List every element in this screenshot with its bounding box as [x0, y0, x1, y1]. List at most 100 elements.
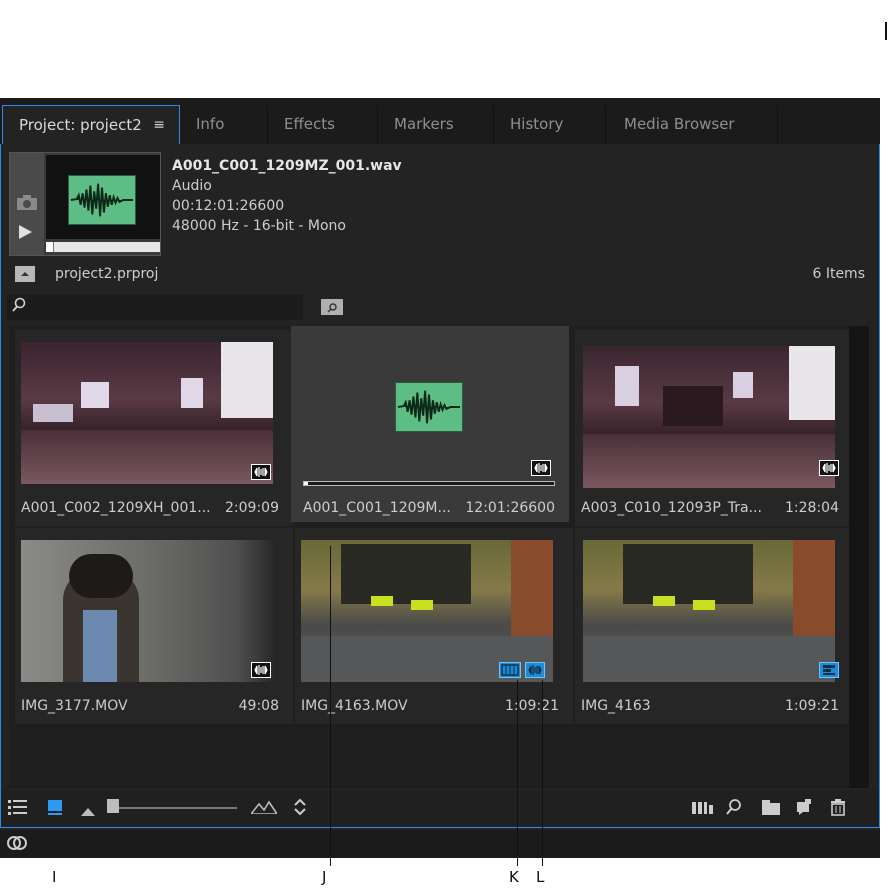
- media-tile[interactable]: A003_C010_12093P_Tra... 1:28:04: [575, 330, 853, 526]
- media-tile-selected[interactable]: A001_C001_1209M... 12:01:26600: [291, 326, 569, 522]
- callout-line-j: [330, 546, 331, 866]
- clip-progress-bar[interactable]: [303, 481, 555, 486]
- tile-name: A003_C010_12093P_Tra...: [581, 500, 762, 516]
- media-tile[interactable]: IMG_4163.MOV 1:09:21: [295, 528, 573, 724]
- sort-icons-icon[interactable]: [293, 798, 307, 820]
- audio-badge-icon: [525, 662, 545, 678]
- scrubber-handle[interactable]: [46, 242, 54, 252]
- shoe: [653, 596, 675, 606]
- media-tile[interactable]: IMG_3177.MOV 49:08: [15, 528, 293, 724]
- hair: [69, 554, 133, 598]
- band-members: [663, 386, 723, 426]
- clip-info: A001_C001_1209MZ_001.wav Audio 00:12:01:…: [172, 156, 402, 236]
- list-view-icon[interactable]: [7, 798, 29, 820]
- panel-tab-bar: Project: project2 ≡ Info Effects Markers…: [0, 98, 880, 144]
- people-sitting: [623, 544, 753, 604]
- clip-format: 48000 Hz - 16-bit - Mono: [172, 218, 346, 234]
- window-edge: [885, 22, 887, 40]
- audio-badge-icon: [251, 464, 271, 480]
- tab-effects-label: Effects: [284, 115, 335, 133]
- project-path-row: project2.prproj 6 Items: [1, 262, 879, 290]
- media-tile[interactable]: A001_C002_1209XH_001... 2:09:09: [15, 330, 293, 526]
- folder-up-icon[interactable]: [15, 266, 35, 282]
- figure: Project: project2 ≡ Info Effects Markers…: [0, 0, 892, 888]
- tab-markers[interactable]: Markers: [378, 105, 494, 144]
- search-row: [1, 294, 879, 322]
- tile-duration: 2:09:09: [225, 500, 279, 516]
- audio-badge-icon: [531, 460, 551, 476]
- project-panel-body: A001_C001_1209MZ_001.wav Audio 00:12:01:…: [0, 144, 880, 828]
- tab-media-browser[interactable]: Media Browser: [606, 105, 778, 144]
- waveform-icon: [68, 175, 136, 225]
- icon-view-icon[interactable]: [47, 798, 65, 820]
- trash-icon[interactable]: [829, 798, 847, 820]
- window-light: [81, 382, 109, 408]
- play-icon[interactable]: [16, 223, 34, 245]
- softbox-light: [221, 342, 273, 418]
- shoe: [371, 596, 393, 606]
- clip-type: Audio: [172, 178, 212, 194]
- shoe: [693, 600, 715, 610]
- audio-badge-icon: [251, 662, 271, 678]
- zoom-slider-handle[interactable]: [107, 799, 119, 813]
- video-thumbnail: [583, 540, 835, 682]
- clip-timecode: 00:12:01:26600: [172, 198, 285, 214]
- callout-line-k: [517, 680, 518, 866]
- tile-name: IMG_4163: [581, 698, 651, 714]
- tab-history-label: History: [510, 115, 564, 133]
- brick-wall: [511, 540, 553, 640]
- waveform-icon: [395, 382, 463, 432]
- poster-frame-camera-icon[interactable]: [16, 193, 38, 215]
- preview-thumbnail-area: [9, 152, 161, 256]
- floor: [583, 434, 835, 488]
- vertical-scrollbar[interactable]: [849, 326, 869, 788]
- softbox-light: [789, 346, 835, 420]
- find-icon[interactable]: [725, 798, 743, 820]
- shoe: [411, 600, 433, 610]
- callout-label-l: L: [536, 868, 545, 886]
- automate-to-sequence-icon[interactable]: [691, 798, 715, 820]
- tab-effects[interactable]: Effects: [268, 105, 378, 144]
- project-file-name: project2.prproj: [55, 266, 159, 282]
- preview-controls: [10, 153, 44, 255]
- tab-history[interactable]: History: [494, 105, 606, 144]
- panel-menu-icon[interactable]: ≡: [153, 106, 165, 145]
- callout-label-i: I: [52, 868, 57, 886]
- clip-name: A001_C001_1209MZ_001.wav: [172, 158, 402, 174]
- tile-duration: 1:09:21: [505, 698, 559, 714]
- tile-duration: 49:08: [238, 698, 279, 714]
- zoom-in-mountain-icon[interactable]: [249, 800, 279, 818]
- video-thumbnail: [583, 346, 835, 488]
- video-badge-icon: [499, 662, 521, 678]
- tile-name: IMG_4163.MOV: [301, 698, 408, 714]
- new-bin-icon[interactable]: [761, 798, 781, 820]
- media-tile[interactable]: IMG_4163 1:09:21: [575, 528, 853, 724]
- status-bar: [0, 830, 880, 858]
- creative-cloud-icon[interactable]: [6, 834, 28, 856]
- video-thumbnail: [301, 540, 553, 682]
- people-sitting: [341, 544, 471, 604]
- preview-scrubber[interactable]: [46, 242, 160, 252]
- tile-duration: 12:01:26600: [465, 500, 555, 516]
- thumbnail-zoom-slider[interactable]: [117, 807, 237, 809]
- search-input[interactable]: [7, 295, 303, 320]
- zoom-out-mountain-icon[interactable]: [81, 802, 95, 820]
- floor: [21, 430, 273, 484]
- tab-media-browser-label: Media Browser: [624, 115, 735, 133]
- video-thumbnail: [21, 342, 273, 484]
- tab-project[interactable]: Project: project2 ≡: [2, 105, 180, 144]
- project-panel-toolbar: [1, 790, 879, 826]
- brick-wall: [793, 540, 835, 640]
- progress-handle[interactable]: [304, 482, 308, 485]
- tab-info[interactable]: Info: [180, 105, 268, 144]
- tab-markers-label: Markers: [394, 115, 454, 133]
- window-light: [181, 378, 203, 408]
- callout-label-j: J: [322, 868, 327, 886]
- tile-duration: 1:28:04: [785, 500, 839, 516]
- shirt: [83, 610, 117, 682]
- new-item-icon[interactable]: [795, 798, 813, 820]
- new-search-bin-icon[interactable]: [321, 299, 343, 315]
- callout-line-l: [542, 680, 543, 866]
- callout-label-k: K: [509, 868, 519, 886]
- preview-image: [46, 155, 160, 239]
